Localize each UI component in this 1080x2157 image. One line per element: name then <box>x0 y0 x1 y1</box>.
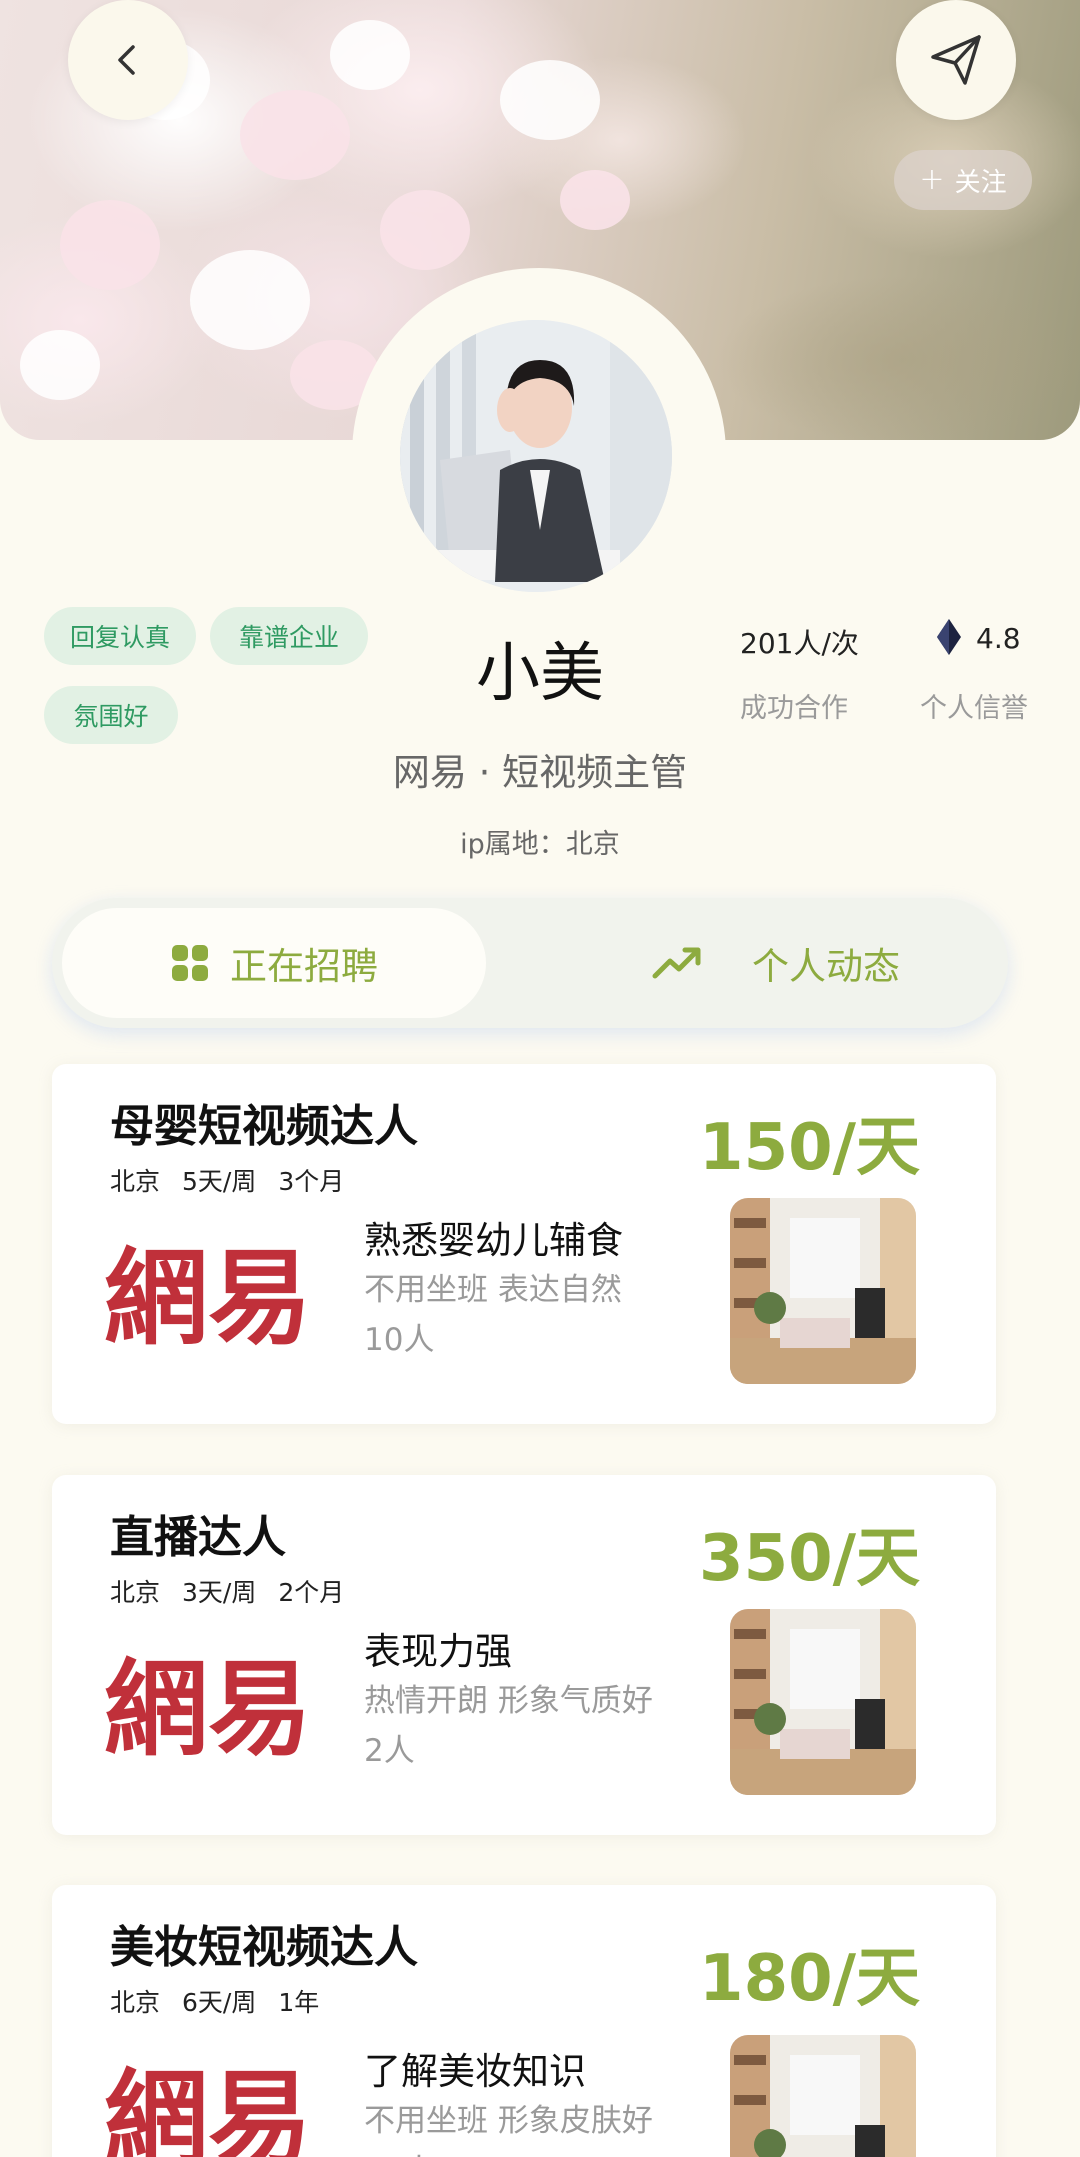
job-city: 北京 <box>110 1167 161 1196</box>
job-description: 热情开朗 形象气质好 <box>364 1683 653 1719</box>
chevron-left-icon <box>118 45 135 75</box>
job-title: 直播达人 <box>110 1512 286 1563</box>
job-requirement: 了解美妆知识 <box>364 2050 586 2093</box>
job-city: 北京 <box>110 1988 161 2017</box>
job-duration: 2个月 <box>278 1578 345 1607</box>
avatar[interactable] <box>400 320 672 592</box>
share-button[interactable] <box>896 0 1016 120</box>
tab-personal-updates-label: 个人动态 <box>752 945 900 988</box>
cooperation-count: 201人/次 <box>740 627 859 660</box>
job-card[interactable]: 直播达人 北京 3天/周 2个月 350/天 網易 表现力强 热情开朗 形象气质好 … <box>52 1475 996 1835</box>
job-requirement: 熟悉婴幼儿辅食 <box>364 1219 623 1262</box>
job-salary: 180/天 <box>699 1942 920 2016</box>
netease-logo: 網易 <box>104 2057 312 2157</box>
cooperation-label: 成功合作 <box>740 693 848 724</box>
tab-bar: 正在招聘 个人动态 <box>52 898 1008 1028</box>
office-thumbnail <box>730 2035 916 2157</box>
svg-text:網易: 網易 <box>104 1236 312 1359</box>
ip-location: ip属地：北京 <box>460 829 620 860</box>
job-meta: 北京 5天/周 3个月 <box>110 1162 366 1198</box>
job-schedule: 3天/周 <box>182 1578 257 1607</box>
tab-recruiting-label: 正在招聘 <box>230 945 378 988</box>
diamond-icon <box>937 619 961 655</box>
profile-role: 网易 · 短视频主管 <box>392 751 688 794</box>
job-duration: 3个月 <box>278 1167 345 1196</box>
netease-logo: 網易 <box>104 1647 312 1770</box>
tab-recruiting[interactable]: 正在招聘 <box>62 908 486 1018</box>
credit-label: 个人信誉 <box>920 693 1028 724</box>
job-meta: 北京 6天/周 1年 <box>110 1983 341 2019</box>
job-headcount: 10人 <box>364 2145 434 2157</box>
credit-score: 4.8 <box>976 622 1021 655</box>
job-card[interactable]: 美妆短视频达人 北京 6天/周 1年 180/天 網易 了解美妆知识 不用坐班 形象… <box>52 1885 996 2157</box>
job-schedule: 5天/周 <box>182 1167 257 1196</box>
svg-text:網易: 網易 <box>104 1647 312 1770</box>
paper-plane-icon <box>931 35 981 85</box>
job-title: 美妆短视频达人 <box>110 1922 418 1973</box>
job-description: 不用坐班 形象皮肤好 <box>364 2103 653 2139</box>
trending-up-icon <box>652 947 701 979</box>
job-city: 北京 <box>110 1578 161 1607</box>
job-salary: 350/天 <box>699 1522 920 1596</box>
profile-name: 小美 <box>476 637 604 711</box>
plus-icon: + <box>919 162 945 197</box>
follow-label: 关注 <box>954 167 1007 198</box>
tab-personal-updates[interactable]: 个人动态 <box>652 908 982 1018</box>
follow-button[interactable]: + 关注 <box>894 150 1032 210</box>
job-requirement: 表现力强 <box>364 1630 512 1673</box>
job-title: 母婴短视频达人 <box>110 1101 418 1152</box>
job-salary: 150/天 <box>699 1111 920 1185</box>
job-headcount: 2人 <box>364 1733 415 1769</box>
grid-icon <box>172 945 208 981</box>
job-meta: 北京 3天/周 2个月 <box>110 1573 366 1609</box>
office-thumbnail <box>730 1609 916 1795</box>
job-duration: 1年 <box>278 1988 320 2017</box>
job-headcount: 10人 <box>364 1322 435 1358</box>
svg-text:網易: 網易 <box>104 2057 312 2157</box>
job-schedule: 6天/周 <box>182 1988 257 2017</box>
avatar-photo <box>400 320 672 592</box>
back-button[interactable] <box>68 0 188 120</box>
office-thumbnail <box>730 1198 916 1384</box>
profile-page: + 关注 回复认真 靠谱企业 氛围好 小美 网易 · 短视频主管 ip属地：北京… <box>0 0 1080 2157</box>
job-description: 不用坐班 表达自然 <box>364 1272 622 1308</box>
job-card[interactable]: 母婴短视频达人 北京 5天/周 3个月 150/天 網易 熟悉婴幼儿辅食 不用坐班 … <box>52 1064 996 1424</box>
netease-logo: 網易 <box>104 1236 312 1359</box>
